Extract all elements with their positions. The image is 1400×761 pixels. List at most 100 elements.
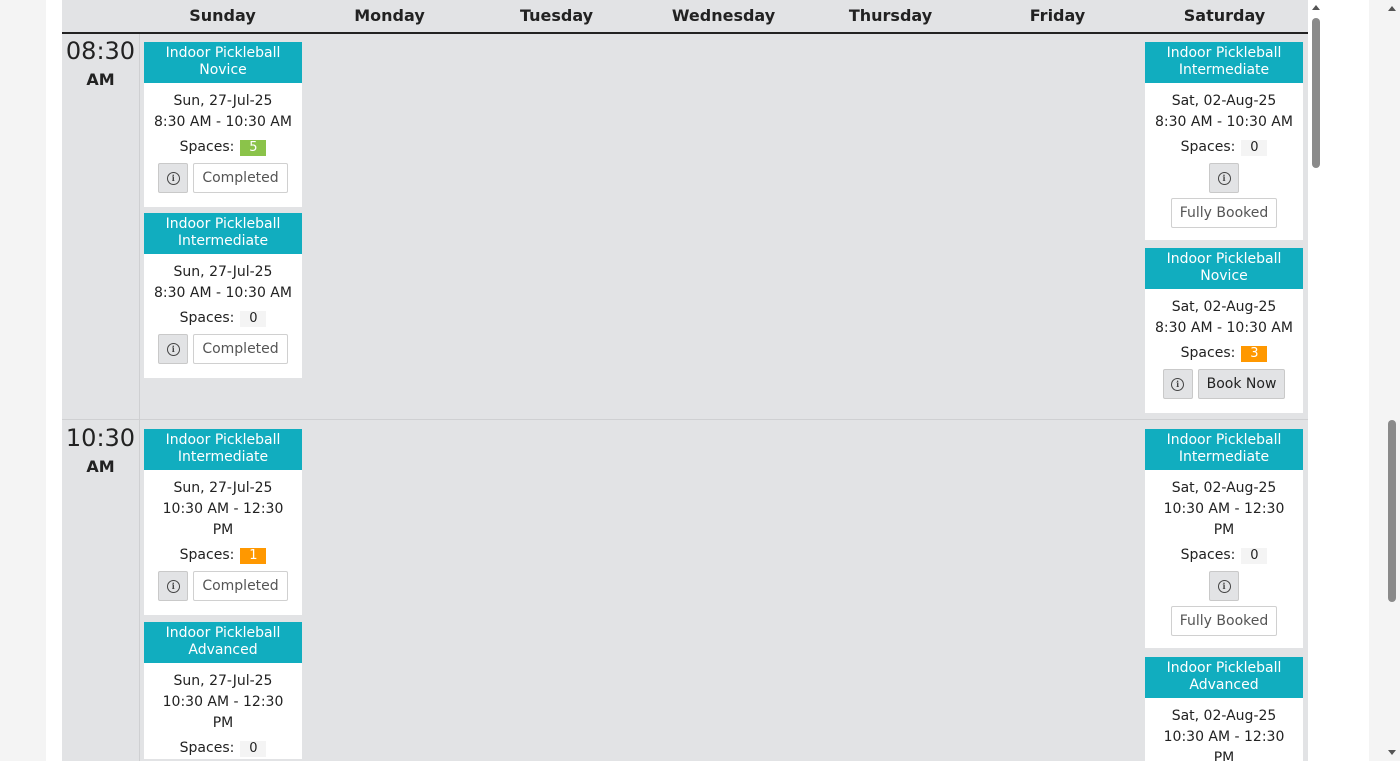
time-label: 08:30: [65, 37, 136, 65]
class-title[interactable]: Indoor Pickleball Intermediate: [1145, 429, 1303, 470]
class-time-cont: PM: [212, 522, 234, 538]
info-circle-icon: i: [166, 342, 180, 356]
spaces-label: Spaces:: [179, 547, 235, 563]
class-level: Advanced: [1189, 677, 1259, 693]
class-title-line: Indoor Pickleball: [1166, 660, 1282, 676]
spaces-badge: 0: [240, 741, 267, 757]
class-title-line: Indoor Pickleball: [165, 216, 281, 232]
class-time: 8:30 AM - 10:30 AM: [1155, 114, 1293, 130]
day-header-sunday: Sunday: [189, 6, 256, 25]
time-label: 10:30: [65, 424, 136, 452]
spaces-row: Spaces: 1: [144, 545, 302, 566]
class-title[interactable]: Indoor Pickleball Novice: [144, 42, 302, 83]
class-date: Sat, 02-Aug-25: [1171, 299, 1277, 315]
class-card: Indoor Pickleball Advanced Sun, 27-Jul-25…: [144, 622, 302, 759]
info-button[interactable]: i: [1209, 571, 1239, 601]
class-date: Sat, 02-Aug-25: [1171, 708, 1277, 724]
class-title-line: Indoor Pickleball: [165, 432, 281, 448]
spaces-badge: 3: [1241, 346, 1268, 362]
class-date: Sun, 27-Jul-25: [173, 480, 273, 496]
day-header-thursday: Thursday: [848, 6, 933, 25]
spaces-badge: 0: [240, 311, 267, 327]
slot-divider: [62, 419, 1308, 420]
class-title-line: Indoor Pickleball: [1166, 432, 1282, 448]
class-level: Intermediate: [177, 449, 269, 465]
class-time: 10:30 AM - 12:30: [1163, 729, 1285, 745]
page-scrollbar[interactable]: [1384, 0, 1400, 761]
spaces-label: Spaces:: [179, 740, 235, 756]
spaces-row: Spaces: 0: [144, 738, 302, 759]
info-button[interactable]: i: [1162, 369, 1193, 399]
class-title[interactable]: Indoor Pickleball Novice: [1145, 248, 1303, 289]
class-title[interactable]: Indoor Pickleball Advanced: [144, 622, 302, 663]
ampm-label: AM: [86, 70, 115, 89]
calendar-scrollbar[interactable]: [1309, 0, 1323, 761]
scroll-up-arrow-icon[interactable]: [1388, 6, 1396, 11]
info-button[interactable]: i: [158, 163, 189, 193]
ampm-label: AM: [86, 457, 115, 476]
class-title-line: Indoor Pickleball: [1166, 251, 1282, 267]
spaces-label: Spaces:: [1180, 139, 1236, 155]
scroll-thumb[interactable]: [1388, 420, 1396, 602]
class-level: Intermediate: [1178, 449, 1270, 465]
day-header-friday: Friday: [1029, 6, 1086, 25]
class-title[interactable]: Indoor Pickleball Advanced: [1145, 657, 1303, 698]
info-button[interactable]: i: [158, 571, 189, 601]
class-time: 10:30 AM - 12:30: [162, 694, 284, 710]
class-date: Sat, 02-Aug-25: [1171, 480, 1277, 496]
class-date: Sun, 27-Jul-25: [173, 673, 273, 689]
fully-booked-button[interactable]: Fully Booked: [1170, 198, 1278, 228]
class-card: Indoor Pickleball Novice Sun, 27-Jul-25 8…: [144, 42, 302, 207]
class-title-line: Indoor Pickleball: [1166, 45, 1282, 61]
spaces-label: Spaces:: [1180, 345, 1236, 361]
class-level: Intermediate: [177, 233, 269, 249]
class-date: Sat, 02-Aug-25: [1171, 93, 1277, 109]
info-circle-icon: i: [1171, 377, 1185, 391]
class-level: Intermediate: [1178, 62, 1270, 78]
class-card: Indoor Pickleball Advanced Sat, 02-Aug-25…: [1145, 657, 1303, 761]
spaces-badge: 1: [240, 548, 267, 564]
class-time: 10:30 AM - 12:30: [162, 501, 284, 517]
class-card: Indoor Pickleball Intermediate Sat, 02-Au…: [1145, 42, 1303, 240]
class-title-line: Indoor Pickleball: [165, 45, 281, 61]
completed-button[interactable]: Completed: [193, 571, 288, 601]
class-date: Sun, 27-Jul-25: [173, 93, 273, 109]
book-now-button[interactable]: Book Now: [1197, 369, 1286, 399]
day-header-wednesday: Wednesday: [671, 6, 776, 25]
time-slot-0830: 08:30 AM: [62, 36, 139, 89]
class-level: Novice: [1200, 268, 1248, 284]
calendar-header: Sunday Monday Tuesday Wednesday Thursday…: [62, 0, 1308, 34]
day-header-saturday: Saturday: [1183, 6, 1266, 25]
class-time-cont: PM: [1213, 750, 1235, 761]
class-card: Indoor Pickleball Novice Sat, 02-Aug-25 8…: [1145, 248, 1303, 413]
class-title[interactable]: Indoor Pickleball Intermediate: [144, 429, 302, 470]
spaces-label: Spaces:: [179, 310, 235, 326]
spaces-badge: 0: [1241, 140, 1268, 156]
class-time: 10:30 AM - 12:30: [1163, 501, 1285, 517]
class-time: 8:30 AM - 10:30 AM: [1155, 320, 1293, 336]
spaces-row: Spaces: 0: [144, 308, 302, 329]
completed-button[interactable]: Completed: [193, 163, 288, 193]
class-level: Novice: [199, 62, 247, 78]
class-card: Indoor Pickleball Intermediate Sat, 02-Au…: [1145, 429, 1303, 648]
info-button[interactable]: i: [158, 334, 189, 364]
scroll-up-arrow-icon[interactable]: [1312, 5, 1320, 10]
fully-booked-button[interactable]: Fully Booked: [1170, 606, 1278, 636]
spaces-row: Spaces: 5: [144, 137, 302, 158]
class-time: 8:30 AM - 10:30 AM: [154, 114, 292, 130]
spaces-label: Spaces:: [1180, 547, 1236, 563]
scroll-down-arrow-icon[interactable]: [1388, 750, 1396, 755]
class-title[interactable]: Indoor Pickleball Intermediate: [1145, 42, 1303, 83]
spaces-badge: 5: [240, 140, 267, 156]
spaces-row: Spaces: 0: [1145, 137, 1303, 158]
scroll-thumb[interactable]: [1312, 18, 1320, 168]
info-circle-icon: i: [166, 171, 180, 185]
spaces-label: Spaces:: [179, 139, 235, 155]
info-button[interactable]: i: [1209, 163, 1239, 193]
class-title[interactable]: Indoor Pickleball Intermediate: [144, 213, 302, 254]
info-circle-icon: i: [166, 579, 180, 593]
spaces-badge: 0: [1241, 548, 1268, 564]
spaces-row: Spaces: 0: [1145, 545, 1303, 566]
completed-button[interactable]: Completed: [193, 334, 288, 364]
class-time: 8:30 AM - 10:30 AM: [154, 285, 292, 301]
